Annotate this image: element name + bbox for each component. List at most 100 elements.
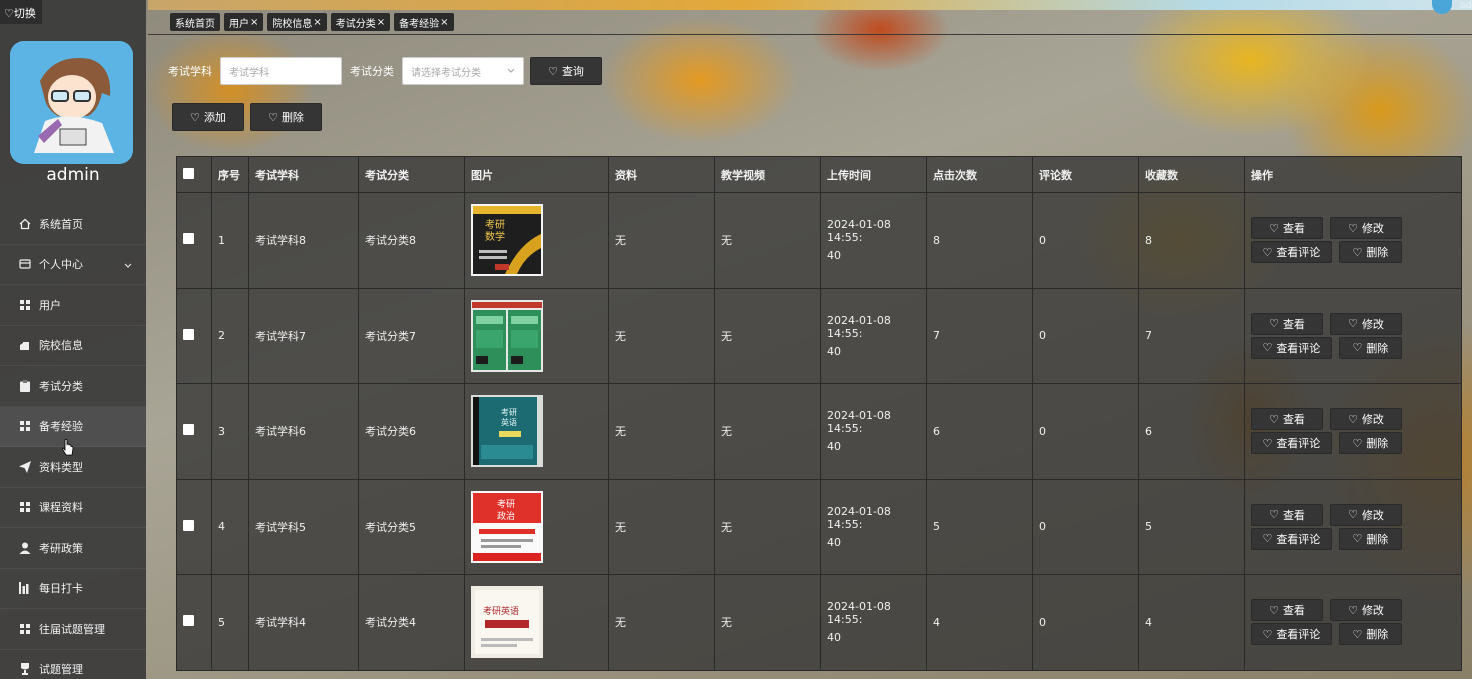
edit-label: 修改 [1361, 317, 1384, 331]
sidebar-item-exam-category[interactable]: 考试分类 [0, 366, 146, 407]
sidebar-item-label: 往届试题管理 [39, 622, 105, 636]
cell-comments: 0 [1032, 287, 1139, 384]
row-delete-button[interactable]: ♡ 删除 [1338, 336, 1402, 359]
cell-clicks: 5 [926, 478, 1033, 575]
view-comments-button[interactable]: ♡ 查看评论 [1251, 336, 1332, 359]
sidebar-item-label: 考研政策 [39, 541, 83, 555]
upload-time-line1: 2024-01-08 14:55: [827, 600, 891, 627]
select-all-cell[interactable] [176, 156, 212, 193]
sidebar-item-school-info[interactable]: 院校信息 [0, 326, 146, 366]
delete-label: 删除 [281, 111, 304, 124]
chevron-down-icon [124, 259, 132, 272]
book-title-line2: 政治 [497, 510, 515, 522]
row-checkbox[interactable] [183, 424, 194, 436]
sidebar-item-questions[interactable]: 试题管理 [0, 650, 146, 679]
subject-input[interactable]: 考试学科 [220, 57, 342, 85]
sidebar-item-past-exams[interactable]: 往届试题管理 [0, 609, 146, 650]
cell-comments: 0 [1032, 192, 1139, 289]
tab-bar: 系统首页 用户 × 院校信息 × 考试分类 × 备考经验 × [170, 13, 454, 31]
query-button[interactable]: ♡ 查询 [530, 57, 602, 85]
view-button[interactable]: ♡ 查看 [1251, 408, 1323, 431]
row-checkbox-cell[interactable] [176, 574, 212, 671]
delete-button[interactable]: ♡ 删除 [250, 103, 322, 131]
view-comments-label: 查看评论 [1276, 437, 1321, 451]
cell-video: 无 [714, 478, 821, 575]
row-delete-button[interactable]: ♡ 删除 [1338, 623, 1402, 646]
close-icon[interactable]: × [377, 17, 385, 28]
sidebar-item-profile[interactable]: 个人中心 [0, 245, 146, 285]
view-button[interactable]: ♡ 查看 [1251, 312, 1323, 335]
select-all-checkbox[interactable] [183, 167, 194, 179]
sidebar-item-users[interactable]: 用户 [0, 285, 146, 326]
book-title: 考研英语 [483, 605, 519, 617]
clipboard-icon [19, 379, 31, 392]
category-select[interactable]: 请选择考试分类 [402, 57, 524, 85]
cell-actions: ♡ 查看 ♡ 修改 ♡ 查看评论 ♡ 删除 [1244, 574, 1462, 671]
view-comments-button[interactable]: ♡ 查看评论 [1251, 527, 1332, 550]
view-button[interactable]: ♡ 查看 [1251, 217, 1323, 240]
cell-video: 无 [714, 574, 821, 671]
edit-button[interactable]: ♡ 修改 [1330, 503, 1402, 526]
switch-button[interactable]: ♡切换 [0, 0, 42, 24]
sidebar-item-label: 课程资料 [39, 501, 83, 515]
user-label[interactable]: ad [1460, 0, 1472, 11]
row-checkbox[interactable] [183, 328, 194, 340]
view-comments-button[interactable]: ♡ 查看评论 [1251, 432, 1332, 455]
book-cover-english: 考研英语 [471, 586, 543, 659]
view-comments-label: 查看评论 [1276, 341, 1321, 355]
cell-video: 无 [714, 192, 821, 289]
heart-icon: ♡ [1352, 436, 1363, 450]
heart-icon: ♡ [1348, 508, 1358, 522]
view-comments-button[interactable]: ♡ 查看评论 [1251, 623, 1332, 646]
tab-exam-category[interactable]: 考试分类 × [330, 13, 391, 31]
grid-icon [19, 623, 31, 635]
tab-home[interactable]: 系统首页 [170, 13, 220, 31]
sidebar-item-policy[interactable]: 考研政策 [0, 528, 146, 569]
cell-category: 考试分类7 [358, 287, 465, 384]
add-button[interactable]: ♡ 添加 [172, 103, 244, 131]
grid-icon [19, 299, 31, 311]
close-icon[interactable]: × [440, 17, 448, 28]
row-checkbox[interactable] [183, 233, 194, 245]
close-icon[interactable]: × [250, 17, 258, 28]
edit-button[interactable]: ♡ 修改 [1330, 599, 1402, 622]
row-checkbox-cell[interactable] [176, 478, 212, 575]
row-delete-button[interactable]: ♡ 删除 [1338, 241, 1402, 264]
close-icon[interactable]: × [313, 17, 321, 28]
chart-icon [19, 582, 31, 595]
row-delete-button[interactable]: ♡ 删除 [1338, 432, 1402, 455]
tab-exam-experience[interactable]: 备考经验 × [394, 13, 454, 31]
category-label: 考试分类 [350, 65, 394, 78]
heart-icon: ♡ [268, 110, 278, 124]
cell-upload-time: 2024-01-08 14:55: 40 [820, 574, 927, 671]
heart-icon: ♡ [1352, 627, 1363, 641]
view-comments-button[interactable]: ♡ 查看评论 [1251, 241, 1332, 264]
row-checkbox-cell[interactable] [176, 383, 212, 480]
cell-material: 无 [608, 192, 715, 289]
edit-button[interactable]: ♡ 修改 [1330, 217, 1402, 240]
view-button[interactable]: ♡ 查看 [1251, 599, 1323, 622]
tab-label: 院校信息 [272, 18, 313, 30]
row-checkbox[interactable] [183, 519, 194, 531]
row-checkbox-cell[interactable] [176, 287, 212, 384]
sidebar-item-course-material[interactable]: 课程资料 [0, 488, 146, 528]
row-checkbox[interactable] [183, 615, 194, 627]
upload-time-line1: 2024-01-08 14:55: [827, 313, 891, 340]
view-button[interactable]: ♡ 查看 [1251, 503, 1323, 526]
tab-school-info[interactable]: 院校信息 × [267, 13, 327, 31]
sidebar-item-daily-checkin[interactable]: 每日打卡 [0, 569, 146, 609]
cell-image: 考研 数学 [464, 192, 609, 289]
heart-icon: ♡ [1352, 532, 1363, 546]
sidebar-item-home[interactable]: 系统首页 [0, 204, 146, 245]
row-delete-button[interactable]: ♡ 删除 [1338, 527, 1402, 550]
cell-category: 考试分类6 [358, 383, 465, 480]
tab-users[interactable]: 用户 × [224, 13, 264, 31]
edit-button[interactable]: ♡ 修改 [1330, 408, 1402, 431]
edit-button[interactable]: ♡ 修改 [1330, 312, 1402, 335]
view-label: 查看 [1282, 508, 1305, 522]
heart-icon: ♡ [1269, 508, 1279, 522]
book-title-line1: 考研 [501, 408, 517, 417]
row-checkbox-cell[interactable] [176, 192, 212, 289]
header-comments: 评论数 [1032, 156, 1139, 193]
cell-index: 4 [211, 478, 249, 575]
